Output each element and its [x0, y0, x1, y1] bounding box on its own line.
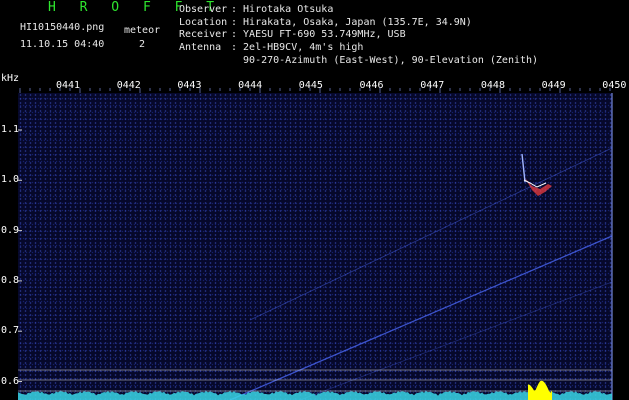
carrier-trace — [299, 281, 613, 400]
carrier-trace — [229, 235, 613, 400]
carrier-trace — [249, 147, 613, 321]
noise-spectrum — [18, 391, 612, 400]
spectrogram-overlay — [18, 88, 613, 400]
echo-peak — [528, 380, 552, 400]
meteor-echo-head — [521, 153, 526, 183]
